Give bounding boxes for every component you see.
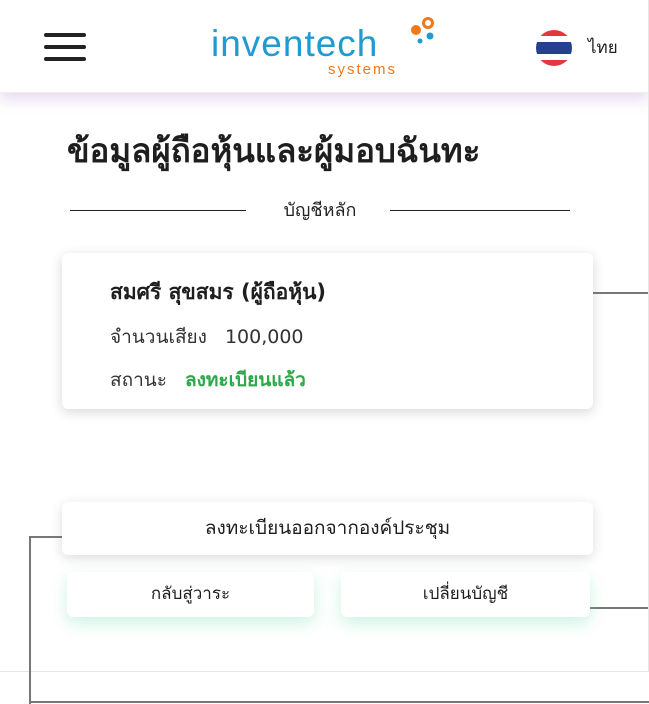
status-label: สถานะ [110,369,167,391]
unregister-quorum-button[interactable]: ลงทะเบียนออกจากองค์ประชุม [62,502,593,555]
logo-dots-icon [411,17,434,44]
votes-row: จำนวนเสียง 100,000 [110,323,304,351]
switch-account-button[interactable]: เปลี่ยนบัญชี [341,572,590,617]
thai-flag-icon[interactable] [536,30,572,66]
back-to-agenda-button[interactable]: กลับสู่วาระ [67,572,314,617]
top-header: inventech systems ไทย [0,0,648,93]
status-value: ลงทะเบียนแล้ว [184,369,306,391]
votes-label: จำนวนเสียง [110,326,207,348]
connector-line-switch [590,607,648,609]
logo-subtitle: systems [328,61,398,78]
section-label: บัญชีหลัก [283,200,357,221]
app-frame: inventech systems ไทย ข้อมูลผู้ถือหุ้นแล… [0,0,649,672]
page-title: ข้อมูลผู้ถือหุ้นและผู้มอบฉันทะ [67,131,481,170]
connector-line-unregister-h [30,536,62,538]
language-label[interactable]: ไทย [588,36,618,60]
status-row: สถานะ ลงทะเบียนแล้ว [110,366,306,394]
shareholder-card[interactable]: สมศรี สุขสมร (ผู้ถือหุ้น) จำนวนเสียง 100,… [62,253,593,409]
company-logo: inventech systems [211,17,436,80]
shareholder-name: สมศรี สุขสมร (ผู้ถือหุ้น) [110,280,327,304]
connector-line-unregister-v [29,536,31,704]
section-divider: บัญชีหลัก [70,196,570,226]
votes-value: 100,000 [224,326,304,348]
hamburger-menu-icon[interactable] [44,33,86,61]
divider-line-right [390,210,570,211]
connector-line-card [593,292,648,294]
